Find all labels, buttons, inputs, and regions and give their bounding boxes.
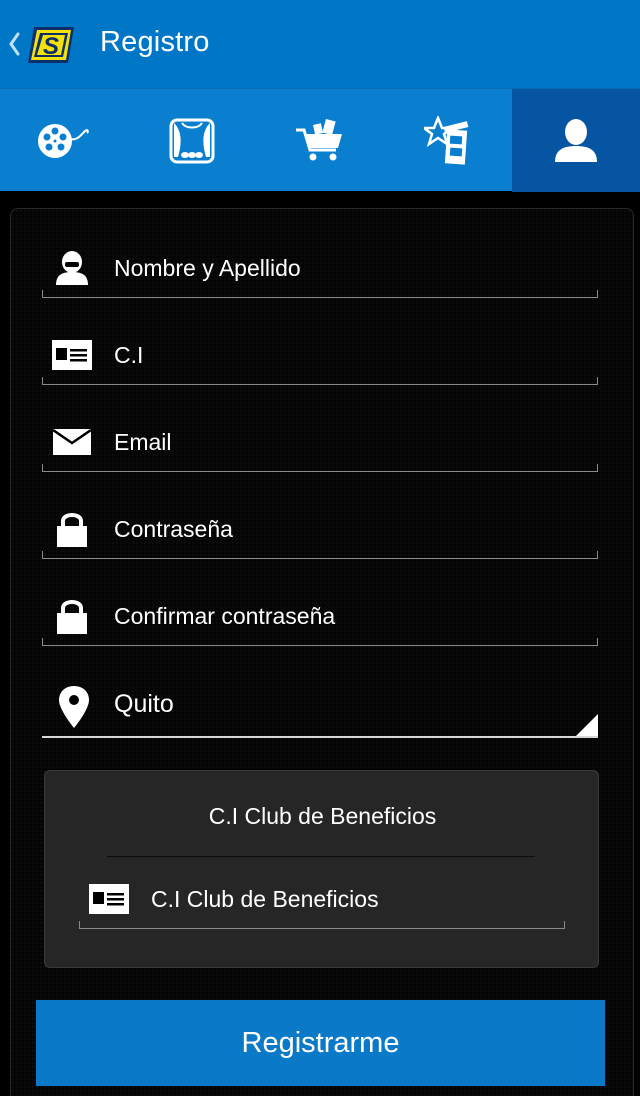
app-bar: S Registro <box>0 0 640 88</box>
app-logo[interactable]: S <box>26 25 76 65</box>
field-underline <box>42 290 598 298</box>
dropdown-corner-icon <box>576 714 598 736</box>
field-underline <box>42 551 598 559</box>
confirm-password-field <box>42 586 598 646</box>
tab-profile[interactable] <box>512 89 640 192</box>
star-film-icon <box>424 115 469 165</box>
shopping-cart-icon <box>296 118 342 160</box>
city-select[interactable]: Quito <box>42 674 598 738</box>
club-ci-field <box>79 869 565 929</box>
id-card-icon <box>89 879 129 919</box>
tab-shop[interactable] <box>256 89 384 192</box>
divider <box>107 856 535 857</box>
tab-theaters[interactable] <box>128 89 256 192</box>
club-ci-input[interactable] <box>151 879 551 919</box>
user-avatar-icon <box>52 248 92 288</box>
benefits-club-title: C.I Club de Beneficios <box>208 803 437 829</box>
lock-icon <box>52 509 92 549</box>
page-title: Registro <box>100 26 210 58</box>
field-underline <box>42 638 598 646</box>
envelope-icon <box>52 422 92 462</box>
name-field <box>42 238 598 298</box>
lock-icon <box>52 596 92 636</box>
chevron-left-icon[interactable] <box>6 30 22 58</box>
register-button[interactable]: Registrarme <box>36 1000 605 1086</box>
id-card-icon <box>52 335 92 375</box>
location-pin-icon <box>59 686 89 728</box>
theater-stage-icon <box>169 118 215 163</box>
tab-bar <box>0 88 640 192</box>
password-input[interactable] <box>114 509 584 549</box>
confirm-password-input[interactable] <box>114 596 584 636</box>
field-underline <box>42 377 598 385</box>
benefits-club-card: C.I Club de Beneficios <box>44 770 599 968</box>
svg-text:S: S <box>43 33 59 60</box>
password-field <box>42 499 598 559</box>
user-icon <box>555 118 597 162</box>
name-input[interactable] <box>114 248 584 288</box>
ci-field <box>42 325 598 385</box>
field-underline <box>79 921 565 929</box>
tab-premieres[interactable] <box>384 89 512 192</box>
field-underline <box>42 464 598 472</box>
tab-movies[interactable] <box>0 89 128 192</box>
email-input[interactable] <box>114 422 584 462</box>
city-value: Quito <box>114 690 174 718</box>
ci-input[interactable] <box>114 335 584 375</box>
select-underline <box>42 736 598 738</box>
film-reel-icon <box>38 123 89 158</box>
email-field <box>42 412 598 472</box>
